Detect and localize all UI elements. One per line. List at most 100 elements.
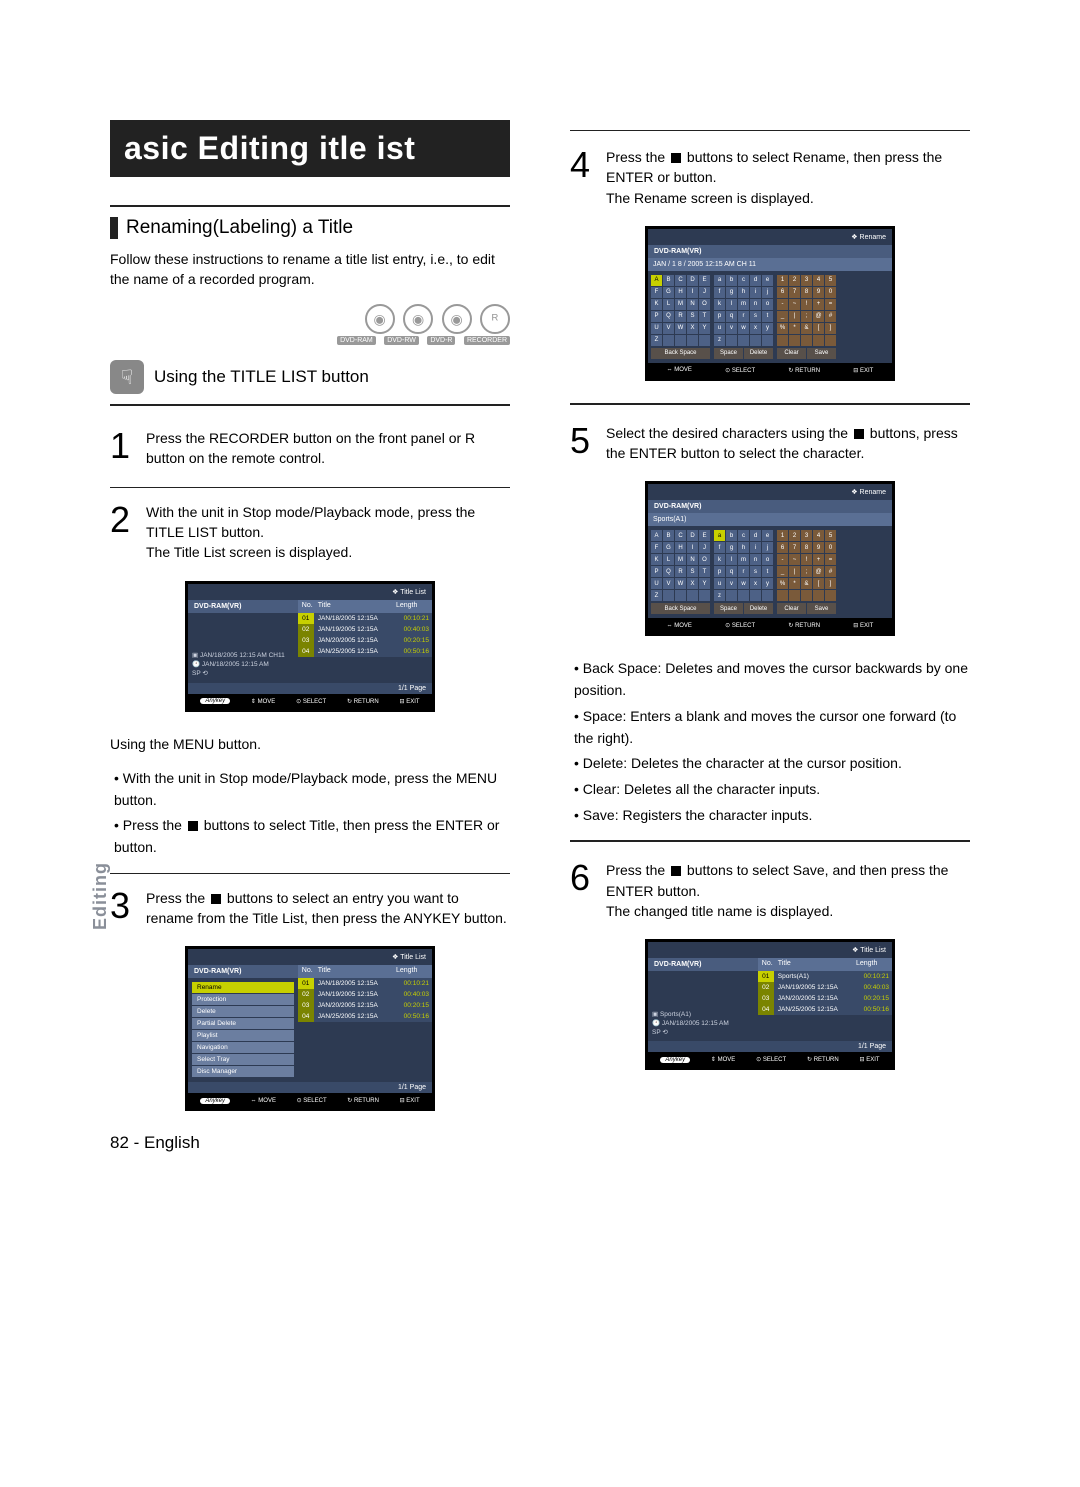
step-body: Press the buttons to select Rename, then…: [606, 147, 970, 208]
menu-item: Navigation: [192, 1042, 294, 1053]
kbd-key: x: [750, 323, 761, 334]
kbd-key: r: [738, 311, 749, 322]
kbd-key: H: [675, 287, 686, 298]
kbd-key: @: [813, 566, 824, 577]
page-content: asic Editing itle ist Renaming(Labeling)…: [0, 0, 1080, 1213]
kbd-key: Q: [663, 566, 674, 577]
kbd-key: |: [789, 566, 800, 577]
kbd-key: G: [663, 287, 674, 298]
kbd-key: b: [726, 530, 737, 541]
kbd-key: W: [675, 578, 686, 589]
kbd-key: u: [714, 578, 725, 589]
kbd-key: B: [663, 530, 674, 541]
kbd-key: T: [699, 566, 710, 577]
kbd-key: D: [687, 275, 698, 286]
kbd-key: [750, 590, 761, 601]
kbd-key: F: [651, 287, 662, 298]
kbd-key: B: [663, 275, 674, 286]
step-2: 2 With the unit in Stop mode/Playback mo…: [110, 502, 510, 563]
rename-input: JAN / 1 8 / 2005 12:15 AM CH 11: [648, 258, 892, 271]
kbd-key: O: [699, 299, 710, 310]
kbd-key: [789, 335, 800, 346]
kbd-key: 3: [801, 275, 812, 286]
kbd-key: L: [663, 554, 674, 565]
recorder-icon: ᴿ: [480, 304, 510, 334]
kbd-key: 7: [789, 542, 800, 553]
step-6: 6 Press the buttons to select Save, and …: [570, 860, 970, 921]
kbd-key: N: [687, 554, 698, 565]
side-tab-editing: Editing: [90, 862, 111, 930]
kbd-key: a: [714, 530, 725, 541]
kbd-key: N: [687, 299, 698, 310]
kbd-key: 4: [813, 275, 824, 286]
bullet: • Back Space: Deletes and moves the curs…: [574, 658, 970, 701]
kbd-key: ;: [801, 311, 812, 322]
section-bar-icon: [110, 217, 118, 239]
osd-title-list: Title List DVD-RAM(VR) No. Title Length …: [185, 581, 435, 712]
kbd-key: 6: [777, 542, 788, 553]
kbd-key: T: [699, 311, 710, 322]
kbd-key: Y: [699, 578, 710, 589]
kbd-key: [699, 590, 710, 601]
osd-rename-2: Rename DVD-RAM(VR) Sports(A1) ABCDEFGHIJ…: [645, 481, 895, 636]
kbd-key: [726, 590, 737, 601]
kbd-key: 1: [777, 275, 788, 286]
kbd-key: E: [699, 530, 710, 541]
step-text: With the unit in Stop mode/Playback mode…: [146, 504, 475, 540]
kbd-key: P: [651, 311, 662, 322]
step-number: 3: [110, 888, 136, 924]
osd-dvd-label: DVD-RAM(VR): [188, 600, 298, 613]
kbd-key: f: [714, 542, 725, 553]
kbd-key: R: [675, 566, 686, 577]
square-icon: [211, 894, 221, 904]
table-row: 03JAN/20/2005 12:15A00:20:15: [298, 1000, 432, 1011]
kbd-key: m: [738, 299, 749, 310]
kbd-key: O: [699, 554, 710, 565]
osd-info: 🕐 JAN/18/2005 12:15 AM: [192, 660, 294, 669]
kbd-key: !: [801, 554, 812, 565]
table-row: 02JAN/19/2005 12:15A00:40:03: [298, 989, 432, 1000]
kbd-key: *: [789, 578, 800, 589]
bullet: • With the unit in Stop mode/Playback mo…: [114, 768, 510, 811]
kbd-key: ]: [825, 578, 836, 589]
kbd-key: A: [651, 275, 662, 286]
kbd-key: &: [801, 578, 812, 589]
osd-info: SP ⟲: [192, 669, 294, 678]
rule: [110, 873, 510, 874]
kbd-key: [: [813, 578, 824, 589]
disc-label: DVD-RAM: [337, 336, 376, 345]
table-row: 01JAN/18/2005 12:15A00:10:21: [298, 978, 432, 989]
kbd-key: d: [750, 530, 761, 541]
kbd-key: [762, 590, 773, 601]
bullet: • Save: Registers the character inputs.: [574, 805, 970, 827]
kbd-key: U: [651, 578, 662, 589]
kbd-key: [663, 590, 674, 601]
hdr-no: No.: [298, 600, 314, 613]
kbd-key: V: [663, 323, 674, 334]
kbd-key: t: [762, 566, 773, 577]
osd-top: Title List: [188, 584, 432, 600]
table-row: 02JAN/19/2005 12:15A00:40:03: [758, 982, 892, 993]
step-number: 1: [110, 428, 136, 464]
square-icon: [671, 866, 681, 876]
kbd-key: [687, 590, 698, 601]
kbd-key: %: [777, 578, 788, 589]
menu-item: Playlist: [192, 1030, 294, 1041]
menu-item: Rename: [192, 982, 294, 993]
kbd-key: [777, 590, 788, 601]
kbd-key: P: [651, 566, 662, 577]
kbd-key: 8: [801, 542, 812, 553]
step-1: 1 Press the RECORDER button on the front…: [110, 428, 510, 469]
kbd-key: 4: [813, 530, 824, 541]
kbd-key: 2: [789, 275, 800, 286]
hand-icon: ☟: [110, 360, 144, 394]
kbd-key: F: [651, 542, 662, 553]
disc-labels: DVD-RAM DVD-RW DVD-R RECORDER: [110, 336, 510, 354]
rule: [570, 130, 970, 131]
kbd-key: 0: [825, 287, 836, 298]
disc-icon: ◉: [365, 304, 395, 334]
kbd-key: [: [813, 323, 824, 334]
kbd-key: D: [687, 530, 698, 541]
disc-icon: ◉: [442, 304, 472, 334]
osd-page: 1/1 Page: [188, 683, 432, 694]
